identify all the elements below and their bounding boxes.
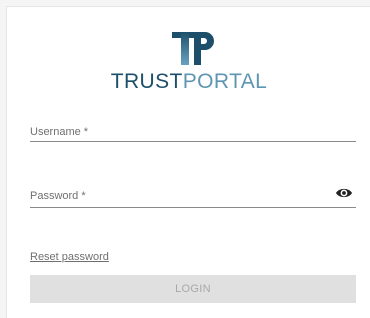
username-field[interactable]: Username * [30, 119, 356, 149]
brand-name-part2: PORTAL [182, 70, 268, 93]
username-underline [30, 141, 356, 142]
password-underline [30, 207, 356, 208]
tp-logo-icon [172, 32, 214, 65]
password-field[interactable]: Password * [30, 183, 356, 215]
password-label: Password * [30, 190, 86, 202]
login-card: TRUSTPORTAL Username * Password * Reset … [6, 6, 370, 318]
brand-name: TRUSTPORTAL [7, 70, 370, 94]
brand-name-part1: TRUST [110, 70, 183, 93]
username-label: Username * [30, 126, 89, 138]
login-button[interactable]: LOGIN [30, 275, 356, 303]
reset-password-link[interactable]: Reset password [30, 251, 109, 263]
eye-icon[interactable] [335, 186, 353, 200]
